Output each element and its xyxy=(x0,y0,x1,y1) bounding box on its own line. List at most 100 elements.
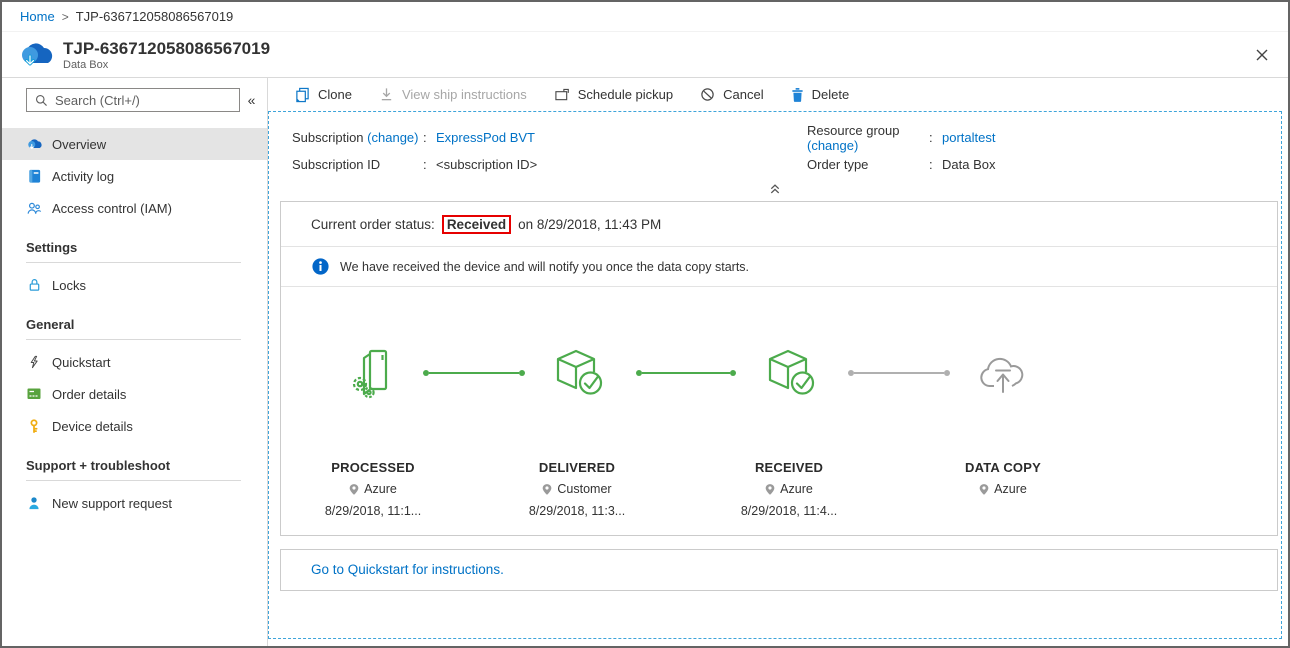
resource-group-label: Resource group (change) xyxy=(807,123,929,153)
current-order-status-row: Current order status: Received on 8/29/2… xyxy=(281,202,1277,247)
sidebar-item-label: New support request xyxy=(52,496,172,511)
sidebar-collapse-button[interactable]: « xyxy=(240,90,263,110)
milestone-date: 8/29/2018, 11:4... xyxy=(704,504,874,518)
cloud-upload-icon xyxy=(918,343,1088,403)
blade-header: TJP-636712058086567019 Data Box xyxy=(2,32,1288,78)
milestone-location-text: Azure xyxy=(364,482,397,496)
databox-cloud-icon xyxy=(26,136,42,152)
quickstart-instructions-link[interactable]: Go to Quickstart for instructions. xyxy=(311,562,504,577)
location-pin-icon xyxy=(979,483,989,496)
sidebar-section-settings: Settings xyxy=(2,224,267,262)
milestone-name: PROCESSED xyxy=(288,460,458,475)
clone-icon xyxy=(295,87,310,103)
activity-log-icon xyxy=(26,168,42,184)
sidebar-item-order-details[interactable]: Order details xyxy=(2,378,267,410)
sidebar-search-row: « xyxy=(26,88,263,112)
blade-titles: TJP-636712058086567019 Data Box xyxy=(63,39,270,71)
status-value-highlighted: Received xyxy=(442,215,511,234)
subscription-label-text: Subscription xyxy=(292,130,364,145)
pickup-box-icon xyxy=(554,87,570,102)
clone-button[interactable]: Clone xyxy=(295,87,352,103)
page-subtitle: Data Box xyxy=(63,59,270,71)
colon: : xyxy=(929,130,942,145)
order-status-card: Current order status: Received on 8/29/2… xyxy=(280,201,1278,536)
milestone-delivered: DELIVERED Customer 8/29/2018, 11:3... xyxy=(492,343,662,518)
cancel-button[interactable]: Cancel xyxy=(700,87,763,102)
milestone-date: 8/29/2018, 11:3... xyxy=(492,504,662,518)
milestone-location-text: Azure xyxy=(780,482,813,496)
order-card-icon xyxy=(26,386,42,402)
sidebar-item-label: Activity log xyxy=(52,169,114,184)
order-progress-timeline: PROCESSED Azure 8/29/2018, 11:1... xyxy=(281,287,1277,535)
delete-label: Delete xyxy=(812,87,850,102)
milestone-name: DATA COPY xyxy=(918,460,1088,475)
status-suffix: on 8/29/2018, 11:43 PM xyxy=(518,217,661,232)
essentials-collapse-button[interactable] xyxy=(768,181,782,198)
main-area: « Overview xyxy=(2,78,1288,646)
overview-panel: Subscription (change) : ExpressPod BVT S… xyxy=(268,111,1282,639)
breadcrumb-home-link[interactable]: Home xyxy=(20,9,55,24)
sidebar-item-label: Access control (IAM) xyxy=(52,201,172,216)
sidebar-item-access-control[interactable]: Access control (IAM) xyxy=(2,192,267,224)
subscription-value-link[interactable]: ExpressPod BVT xyxy=(436,130,535,145)
subscription-id-row: Subscription ID : <subscription ID> xyxy=(292,151,807,178)
milestone-data-copy: DATA COPY Azure xyxy=(918,343,1088,504)
search-input[interactable] xyxy=(55,93,231,108)
subscription-change-link[interactable]: (change) xyxy=(367,130,418,145)
subscription-label: Subscription (change) xyxy=(292,130,423,145)
quickstart-link-card: Go to Quickstart for instructions. xyxy=(280,549,1278,591)
colon: : xyxy=(423,157,436,172)
sidebar-section-support: Support + troubleshoot xyxy=(2,442,267,480)
resource-group-label-text: Resource group xyxy=(807,123,900,138)
subscription-row: Subscription (change) : ExpressPod BVT xyxy=(292,124,807,151)
sidebar-item-new-support-request[interactable]: New support request xyxy=(2,487,267,519)
support-person-icon xyxy=(26,495,42,511)
view-ship-instructions-label: View ship instructions xyxy=(402,87,527,102)
schedule-pickup-label: Schedule pickup xyxy=(578,87,673,102)
cancel-prohibit-icon xyxy=(700,87,715,102)
colon: : xyxy=(929,157,942,172)
sidebar-item-quickstart[interactable]: Quickstart xyxy=(2,346,267,378)
people-icon xyxy=(26,200,42,216)
resource-group-change-link[interactable]: (change) xyxy=(807,138,858,153)
milestone-location: Customer xyxy=(492,482,662,496)
breadcrumb: Home > TJP-636712058086567019 xyxy=(2,2,1288,32)
sidebar-item-label: Overview xyxy=(52,137,106,152)
divider xyxy=(26,480,241,481)
order-type-label: Order type xyxy=(807,157,929,172)
cancel-label: Cancel xyxy=(723,87,763,102)
status-prefix: Current order status: xyxy=(311,217,435,232)
location-pin-icon xyxy=(542,483,552,496)
search-box[interactable] xyxy=(26,88,240,112)
milestone-received: RECEIVED Azure 8/29/2018, 11:4... xyxy=(704,343,874,518)
milestone-location: Azure xyxy=(288,482,458,496)
clone-label: Clone xyxy=(318,87,352,102)
download-icon xyxy=(379,87,394,102)
sidebar-item-activity-log[interactable]: Activity log xyxy=(2,160,267,192)
sidebar-item-overview[interactable]: Overview xyxy=(2,128,267,160)
sidebar-item-locks[interactable]: Locks xyxy=(2,269,267,301)
info-message-row: We have received the device and will not… xyxy=(281,247,1277,287)
close-icon[interactable] xyxy=(1252,45,1272,65)
breadcrumb-separator: > xyxy=(62,10,69,24)
sidebar-item-label: Device details xyxy=(52,419,133,434)
lock-icon xyxy=(26,277,42,293)
colon: : xyxy=(423,130,436,145)
view-ship-instructions-button[interactable]: View ship instructions xyxy=(379,87,527,102)
sidebar-item-label: Order details xyxy=(52,387,126,402)
resource-group-value-link[interactable]: portaltest xyxy=(942,130,995,145)
schedule-pickup-button[interactable]: Schedule pickup xyxy=(554,87,673,102)
milestone-date: 8/29/2018, 11:1... xyxy=(288,504,458,518)
order-type-value: Data Box xyxy=(942,157,995,172)
sidebar-nav: Overview Activity log xyxy=(2,128,267,519)
sidebar-item-label: Quickstart xyxy=(52,355,111,370)
delete-button[interactable]: Delete xyxy=(791,87,850,103)
milestone-location: Azure xyxy=(704,482,874,496)
divider xyxy=(26,339,241,340)
key-icon xyxy=(26,418,42,434)
databox-cloud-icon xyxy=(17,38,53,72)
essentials: Subscription (change) : ExpressPod BVT S… xyxy=(269,124,1281,178)
sidebar-item-label: Locks xyxy=(52,278,86,293)
location-pin-icon xyxy=(765,483,775,496)
sidebar-item-device-details[interactable]: Device details xyxy=(2,410,267,442)
